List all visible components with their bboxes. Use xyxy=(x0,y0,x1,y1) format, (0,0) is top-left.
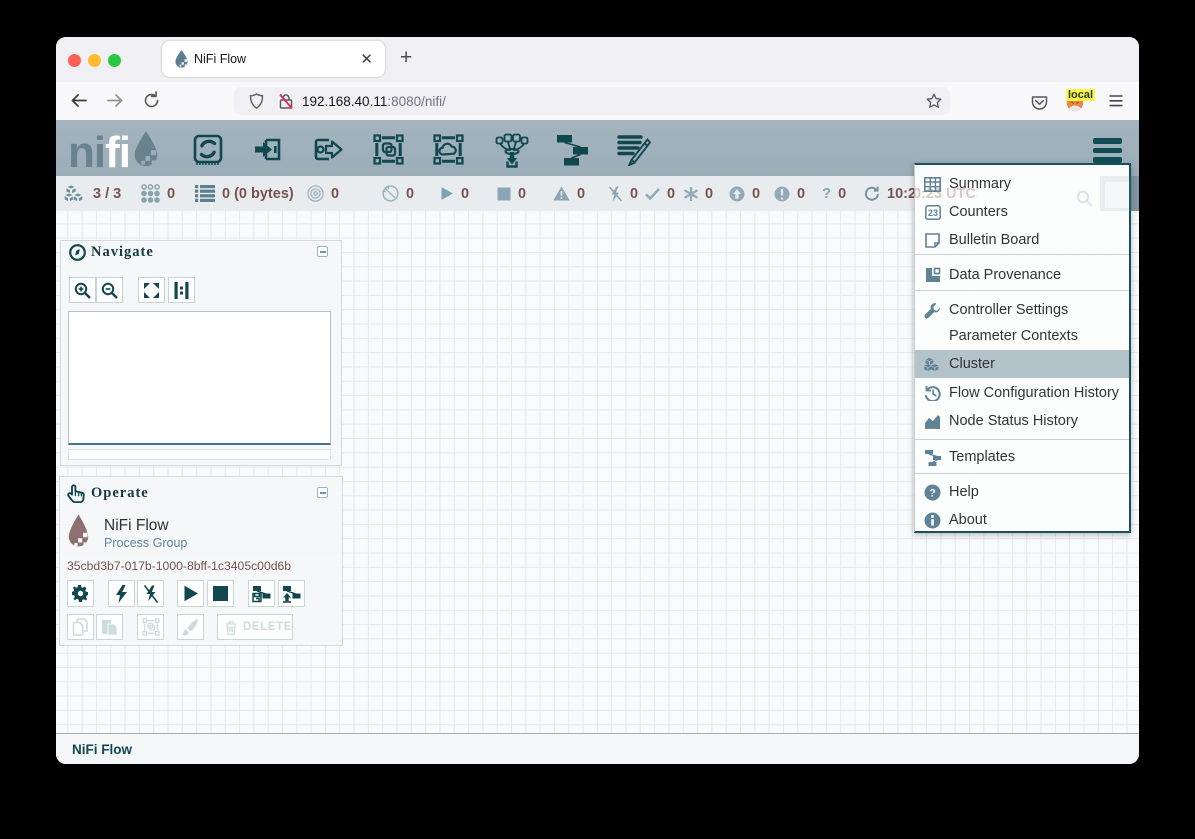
svg-text:23: 23 xyxy=(927,208,937,218)
svg-text:?: ? xyxy=(929,487,936,499)
